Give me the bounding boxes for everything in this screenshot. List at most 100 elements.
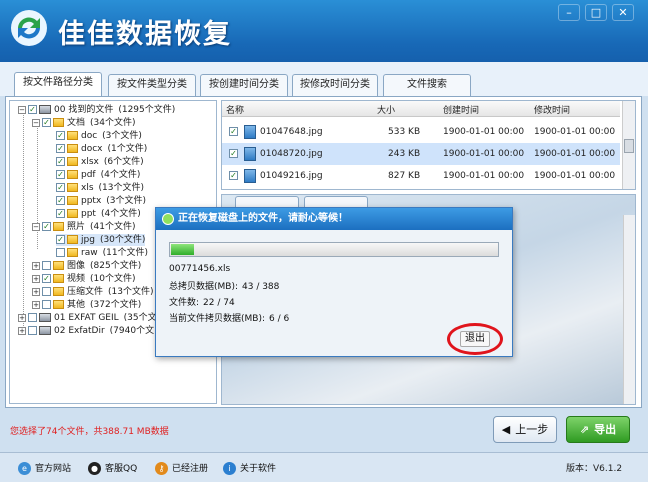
column-name[interactable]: 名称 (226, 103, 244, 116)
checkbox[interactable]: ✓ (229, 171, 238, 180)
drive-icon (39, 326, 51, 335)
tree-node[interactable]: ✓ doc (3个文件) (56, 130, 142, 142)
expand-icon[interactable]: + (32, 300, 40, 309)
previous-step-button[interactable]: ◀ 上一步 (493, 416, 557, 443)
column-created[interactable]: 创建时间 (443, 103, 479, 116)
expand-icon[interactable]: + (32, 287, 40, 296)
tab-by-created[interactable]: 按创建时间分类 (200, 74, 288, 96)
maximize-button[interactable]: □ (585, 4, 607, 21)
tab-by-modified[interactable]: 按修改时间分类 (292, 74, 378, 96)
expand-icon[interactable]: + (32, 274, 40, 283)
preview-scrollbar[interactable] (623, 215, 635, 404)
checkbox[interactable] (56, 248, 65, 257)
checkbox[interactable]: ✓ (56, 170, 65, 179)
folder-icon (67, 248, 78, 257)
checkbox[interactable]: ✓ (56, 209, 65, 218)
file-list[interactable]: 名称 大小 创建时间 修改时间 ✓ 01047648.jpg 533 KB 19… (221, 100, 636, 190)
progress-bar (169, 242, 499, 257)
checkbox[interactable]: ✓ (56, 183, 65, 192)
checkbox[interactable]: ✓ (42, 118, 51, 127)
tree-node[interactable]: + 压缩文件 (13个文件) (32, 286, 154, 298)
version-label: 版本：V6.1.2 (566, 464, 623, 474)
tree-node[interactable]: − ✓ 00 找到的文件 (1295个文件) (18, 104, 175, 116)
folder-icon (53, 222, 64, 231)
tree-node[interactable]: ✓ pdf (4个文件) (56, 169, 140, 181)
collapse-icon[interactable]: − (18, 105, 26, 114)
folder-icon (67, 131, 78, 140)
expand-icon[interactable]: + (32, 261, 40, 270)
about-link[interactable]: i 关于软件 (223, 461, 276, 475)
folder-icon (67, 144, 78, 153)
checkbox[interactable]: ✓ (56, 235, 65, 244)
tree-node[interactable]: +02 ExfatDir (7940个文 (18, 325, 154, 337)
folder-icon (67, 170, 78, 179)
checkbox[interactable]: ✓ (42, 274, 51, 283)
file-list-scrollbar[interactable] (622, 101, 635, 189)
tree-node[interactable]: − ✓ 照片 (41个文件) (32, 221, 136, 233)
arrow-left-icon: ◀ (501, 423, 511, 436)
official-site-link[interactable]: e 官方网站 (18, 461, 71, 475)
recovery-progress-dialog: 正在恢复磁盘上的文件，请耐心等候！ 00771456.xls 总拷贝数据(MB)… (155, 207, 513, 357)
table-row[interactable]: ✓ 01047648.jpg 533 KB 1900-01-01 00:00 1… (222, 121, 620, 143)
collapse-icon[interactable]: − (32, 118, 40, 127)
tree-node[interactable]: ✓ xls (13个文件) (56, 182, 144, 194)
checkbox[interactable]: ✓ (56, 157, 65, 166)
tree-node[interactable]: + 其他 (372个文件) (32, 299, 141, 311)
tree-node[interactable]: ✓ docx (1个文件) (56, 143, 147, 155)
tree-node[interactable]: ✓ pptx (3个文件) (56, 195, 146, 207)
table-row-selected[interactable]: ✓ 01048720.jpg 243 KB 1900-01-01 00:00 1… (222, 143, 620, 165)
folder-icon (53, 118, 64, 127)
current-file: 00771456.xls (169, 264, 231, 274)
column-modified[interactable]: 修改时间 (534, 103, 570, 116)
checkbox[interactable] (42, 300, 51, 309)
folder-icon (53, 261, 64, 270)
tree-node[interactable]: +01 EXFAT GEIL (35个文 (18, 312, 157, 324)
table-row[interactable]: ✓ 01049216.jpg 827 KB 1900-01-01 00:00 1… (222, 165, 620, 187)
image-file-icon (244, 147, 256, 161)
tree-node[interactable]: ✓ ppt (4个文件) (56, 208, 141, 220)
folder-icon (67, 209, 78, 218)
checkbox[interactable]: ✓ (56, 131, 65, 140)
checkbox[interactable]: ✓ (56, 144, 65, 153)
scrollbar-thumb[interactable] (624, 139, 634, 153)
qq-penguin-icon: ● (88, 462, 101, 475)
tree-node-selected[interactable]: ✓ jpg (30个文件) (56, 234, 146, 246)
file-list-header: 名称 大小 创建时间 修改时间 (222, 101, 620, 117)
checkbox[interactable] (28, 313, 37, 322)
export-button[interactable]: ⇗ 导出 (566, 416, 630, 443)
checkbox[interactable]: ✓ (229, 127, 238, 136)
registered-link[interactable]: ⚷ 已经注册 (155, 461, 208, 475)
checkbox[interactable] (42, 261, 51, 270)
tab-by-path[interactable]: 按文件路径分类 (14, 72, 102, 97)
column-size[interactable]: 大小 (377, 103, 395, 116)
key-icon: ⚷ (155, 462, 168, 475)
folder-icon (67, 235, 78, 244)
checkbox[interactable]: ✓ (42, 222, 51, 231)
expand-icon[interactable]: + (18, 313, 26, 322)
support-qq-link[interactable]: ● 客服QQ (88, 461, 137, 475)
file-count: 文件数: 22 / 74 (169, 298, 235, 308)
title-bar: 佳佳数据恢复 – □ ✕ (0, 0, 648, 62)
close-button[interactable]: ✕ (612, 4, 634, 21)
progress-fill (171, 244, 194, 255)
tab-search[interactable]: 文件搜索 (383, 74, 471, 96)
minimize-button[interactable]: – (558, 4, 580, 21)
folder-icon (53, 274, 64, 283)
exit-button[interactable]: 退出 (447, 323, 503, 355)
expand-icon[interactable]: + (18, 326, 26, 335)
tab-by-type[interactable]: 按文件类型分类 (108, 74, 196, 96)
checkbox[interactable]: ✓ (56, 196, 65, 205)
checkbox[interactable] (28, 326, 37, 335)
image-file-icon (244, 125, 256, 139)
dialog-title: 正在恢复磁盘上的文件，请耐心等候！ (156, 208, 512, 230)
tree-node[interactable]: − ✓ 文档 (34个文件) (32, 117, 136, 129)
collapse-icon[interactable]: − (32, 222, 40, 231)
folder-icon (67, 183, 78, 192)
checkbox[interactable]: ✓ (229, 149, 238, 158)
tree-node[interactable]: raw (11个文件) (56, 247, 148, 259)
tree-node[interactable]: + 图像 (825个文件) (32, 260, 141, 272)
checkbox[interactable]: ✓ (28, 105, 37, 114)
tree-node[interactable]: ✓ xlsx (6个文件) (56, 156, 144, 168)
tree-node[interactable]: + ✓ 视频 (10个文件) (32, 273, 136, 285)
checkbox[interactable] (42, 287, 51, 296)
